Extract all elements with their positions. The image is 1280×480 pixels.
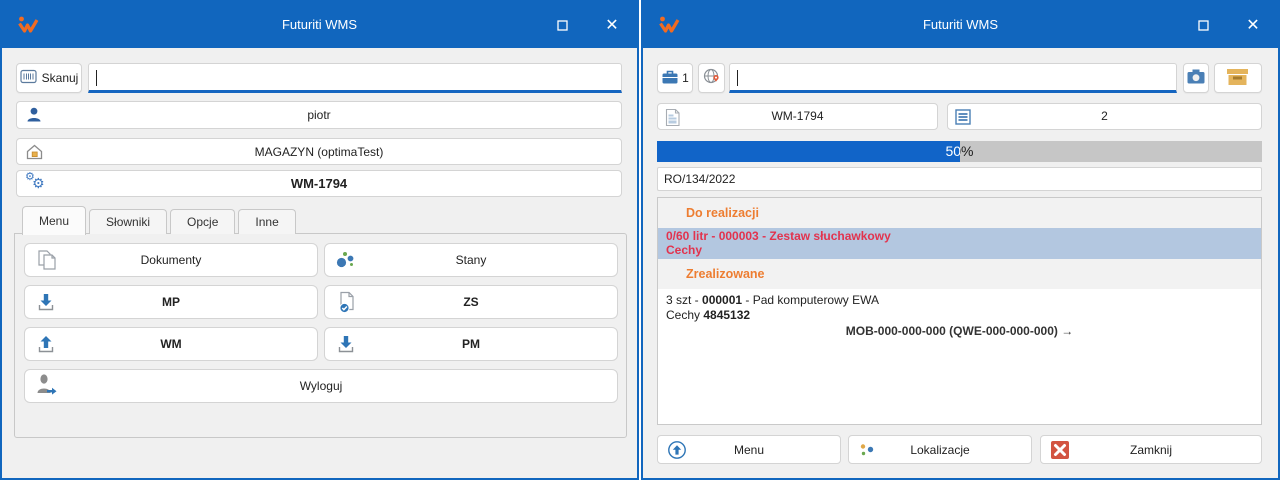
lokalizacje-button-label: Lokalizacje bbox=[849, 443, 1031, 457]
arrow-up-tray-icon bbox=[35, 333, 57, 355]
zs-label: ZS bbox=[325, 295, 617, 309]
camera-icon bbox=[1186, 68, 1206, 88]
list-lines-icon bbox=[954, 108, 972, 131]
order-reference-field[interactable]: RO/134/2022 bbox=[657, 167, 1262, 191]
progress-fill: 50% bbox=[657, 141, 960, 162]
window-main-menu: Futuriti WMS ✕ Skanuj bbox=[0, 0, 639, 480]
home-icon bbox=[25, 143, 44, 161]
line-count-value: 2 bbox=[948, 104, 1261, 129]
zamknij-button-label: Zamknij bbox=[1041, 443, 1261, 457]
text-caret bbox=[96, 70, 97, 86]
done-line-attrs: Cechy 4845132 bbox=[666, 308, 1253, 323]
stany-button[interactable]: Stany bbox=[324, 243, 618, 277]
done-section-header: Zrealizowane bbox=[658, 259, 1261, 289]
zs-button[interactable]: ZS bbox=[324, 285, 618, 319]
tab-slowniki[interactable]: Słowniki bbox=[89, 209, 167, 234]
app-stage: Futuriti WMS ✕ Skanuj bbox=[0, 0, 1280, 480]
archive-box-button[interactable] bbox=[1214, 63, 1262, 93]
circle-up-arrow-icon bbox=[667, 440, 687, 460]
wyloguj-label: Wyloguj bbox=[25, 379, 617, 393]
menu-button[interactable]: Menu bbox=[657, 435, 841, 464]
selected-line-item[interactable]: 0/60 litr - 000003 - Zestaw słuchawkowy … bbox=[658, 228, 1261, 259]
wm-label: WM bbox=[25, 337, 317, 351]
gears-icon: ⚙⚙ bbox=[25, 174, 45, 194]
pm-label: PM bbox=[325, 337, 617, 351]
logout-icon bbox=[35, 373, 59, 399]
done-line-item[interactable]: 3 szt - 000001 - Pad komputerowy EWA Cec… bbox=[658, 289, 1261, 339]
pm-button[interactable]: PM bbox=[324, 327, 618, 361]
warehouse-row[interactable]: MAGAZYN (optimaTest) bbox=[16, 138, 622, 165]
red-x-icon bbox=[1050, 440, 1070, 460]
document-number-value: WM-1794 bbox=[17, 176, 621, 191]
documents-icon bbox=[35, 248, 59, 272]
close-icon[interactable]: ✕ bbox=[1230, 2, 1276, 48]
arrow-down-tray-icon bbox=[335, 333, 357, 355]
user-icon bbox=[25, 106, 43, 124]
zamknij-button[interactable]: Zamknij bbox=[1040, 435, 1262, 464]
done-line-text: 3 szt - 000001 - Pad komputerowy EWA bbox=[666, 293, 1253, 308]
progress-bar: 50% 50% bbox=[657, 141, 1262, 162]
arrow-down-tray-icon bbox=[35, 291, 57, 313]
text-caret bbox=[737, 70, 738, 86]
titlebar[interactable]: Futuriti WMS ✕ bbox=[2, 2, 637, 48]
tab-inne[interactable]: Inne bbox=[238, 209, 295, 234]
briefcase-icon bbox=[661, 69, 679, 88]
titlebar[interactable]: Futuriti WMS ✕ bbox=[643, 2, 1278, 48]
globe-pin-icon bbox=[702, 67, 722, 90]
doc-lines-icon bbox=[664, 108, 681, 132]
scan-button-label: Skanuj bbox=[42, 71, 79, 85]
document-lines-list: Do realizacji 0/60 litr - 000003 - Zesta… bbox=[657, 197, 1262, 425]
selected-line-attrs: Cechy bbox=[666, 244, 1253, 258]
scan-button[interactable]: Skanuj bbox=[16, 63, 82, 93]
dokumenty-label: Dokumenty bbox=[25, 253, 317, 267]
close-icon[interactable]: ✕ bbox=[589, 2, 635, 48]
menu-panel: Dokumenty Stany bbox=[14, 233, 627, 438]
tab-bar: Menu Słowniki Opcje Inne bbox=[22, 205, 296, 234]
briefcase-counter-button[interactable]: 1 bbox=[657, 63, 693, 93]
stany-label: Stany bbox=[325, 253, 617, 267]
mp-label: MP bbox=[25, 295, 317, 309]
document-number-field[interactable]: WM-1794 bbox=[657, 103, 938, 130]
line-count-field[interactable]: 2 bbox=[947, 103, 1262, 130]
warehouse-value: MAGAZYN (optimaTest) bbox=[17, 145, 621, 159]
maximize-icon[interactable] bbox=[539, 2, 585, 48]
barcode-icon bbox=[20, 69, 37, 87]
stock-dots-icon bbox=[335, 250, 357, 270]
wm-button[interactable]: WM bbox=[24, 327, 318, 361]
lokalizacje-button[interactable]: Lokalizacje bbox=[848, 435, 1032, 464]
doc-check-icon bbox=[335, 290, 359, 314]
done-line-location: MOB-000-000-000 (QWE-000-000-000) → bbox=[666, 324, 1253, 339]
locations-dots-icon bbox=[858, 441, 876, 459]
pending-section-header: Do realizacji bbox=[658, 198, 1261, 228]
window-document: Futuriti WMS ✕ 1 bbox=[641, 0, 1280, 480]
briefcase-count: 1 bbox=[682, 71, 689, 85]
document-number-value: WM-1794 bbox=[658, 104, 937, 129]
document-number-row[interactable]: ⚙⚙ WM-1794 bbox=[16, 170, 622, 197]
logged-user-row[interactable]: piotr bbox=[16, 101, 622, 129]
dokumenty-button[interactable]: Dokumenty bbox=[24, 243, 318, 277]
scan-input[interactable] bbox=[88, 63, 622, 93]
camera-button[interactable] bbox=[1183, 63, 1209, 93]
tab-opcje[interactable]: Opcje bbox=[170, 209, 235, 234]
selected-line-text: 0/60 litr - 000003 - Zestaw słuchawkowy bbox=[666, 230, 1253, 244]
mp-button[interactable]: MP bbox=[24, 285, 318, 319]
logged-user-value: piotr bbox=[17, 108, 621, 122]
maximize-icon[interactable] bbox=[1180, 2, 1226, 48]
globe-location-button[interactable] bbox=[698, 63, 725, 93]
wyloguj-button[interactable]: Wyloguj bbox=[24, 369, 618, 403]
tab-menu[interactable]: Menu bbox=[22, 206, 86, 235]
scan-input[interactable] bbox=[729, 63, 1177, 93]
archive-box-icon bbox=[1225, 67, 1251, 90]
